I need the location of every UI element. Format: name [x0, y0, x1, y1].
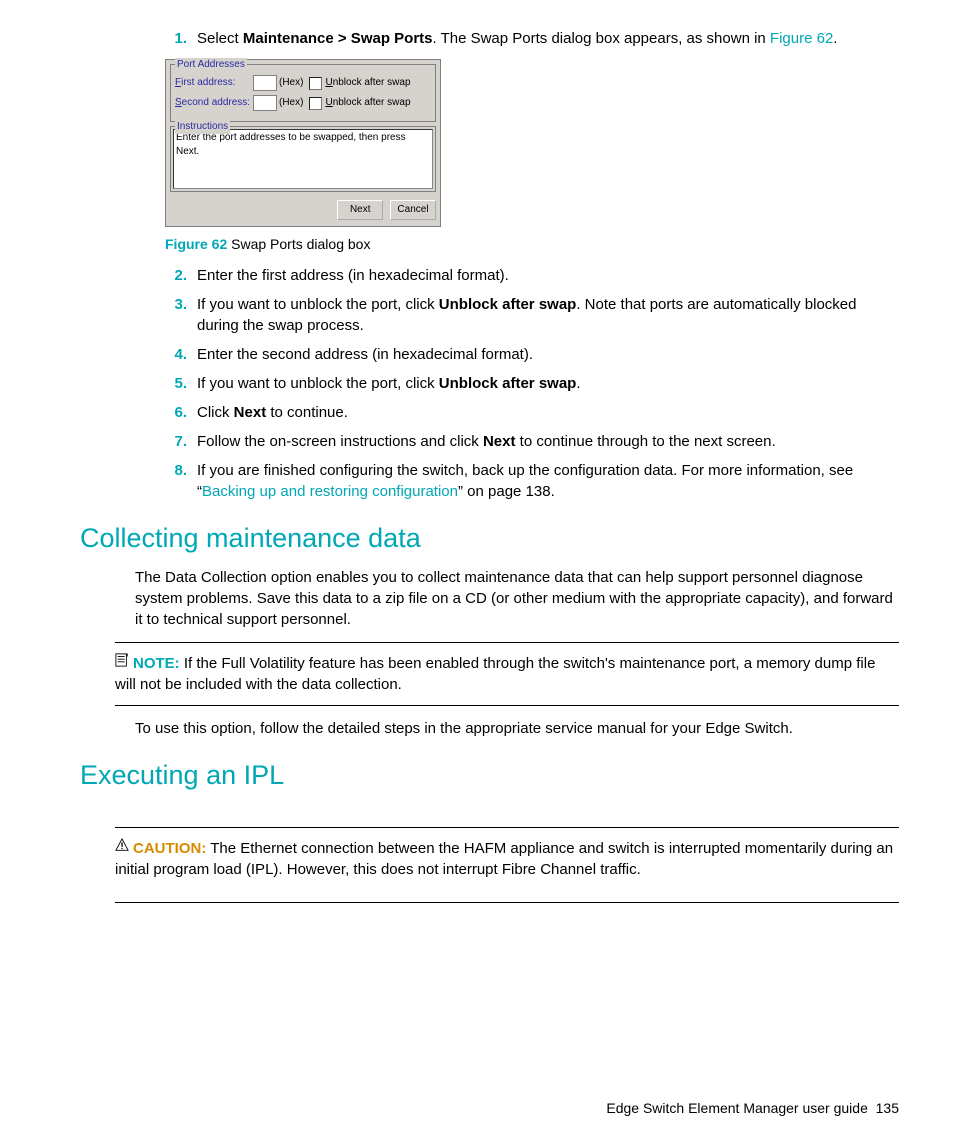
list-number: 7.: [165, 431, 187, 452]
paragraph: The Data Collection option enables you t…: [135, 567, 899, 630]
rule: [115, 902, 899, 903]
note-text: If the Full Volatility feature has been …: [115, 655, 875, 693]
caution-label: CAUTION:: [133, 840, 206, 857]
group-legend: Instructions: [175, 120, 230, 134]
bold-text: Next: [234, 404, 267, 421]
caution-text: The Ethernet connection between the HAFM…: [115, 840, 893, 878]
label-rest: nblock after swap: [333, 97, 411, 108]
first-address-row: First address: (Hex) Unblock after swap: [175, 75, 431, 91]
list-item: 8. If you are finished configuring the s…: [165, 460, 899, 502]
list-body: If you are finished configuring the swit…: [197, 460, 899, 502]
paragraph: To use this option, follow the detailed …: [135, 718, 899, 739]
text: .: [833, 30, 837, 47]
unblock-label: Unblock after swap: [325, 96, 410, 110]
list-body: Enter the first address (in hexadecimal …: [197, 265, 899, 286]
page-footer: Edge Switch Element Manager user guide 1…: [606, 1099, 899, 1119]
second-address-row: Second address: (Hex) Unblock after swap: [175, 95, 431, 111]
underline-char: S: [175, 97, 182, 108]
bold-text: Next: [483, 433, 516, 450]
hex-label: (Hex): [279, 96, 303, 110]
text: .: [576, 375, 580, 392]
bold-text: Unblock after swap: [439, 296, 577, 313]
page: 1. Select Maintenance > Swap Ports. The …: [0, 0, 954, 1145]
list-item: 1. Select Maintenance > Swap Ports. The …: [165, 28, 899, 49]
group-legend: Port Addresses: [175, 58, 247, 72]
unblock-first-checkbox[interactable]: [309, 77, 322, 90]
hex-label: (Hex): [279, 76, 303, 90]
text: to continue through to the next screen.: [515, 433, 775, 450]
list-item: 7. Follow the on-screen instructions and…: [165, 431, 899, 452]
page-number: 135: [876, 1100, 899, 1116]
list-number: 4.: [165, 344, 187, 365]
figure-caption: Figure 62 Swap Ports dialog box: [165, 235, 899, 255]
list-body: If you want to unblock the port, click U…: [197, 373, 899, 394]
list-number: 1.: [165, 28, 187, 49]
figure-link[interactable]: Figure 62: [770, 30, 833, 47]
instructions-group: Instructions Enter the port addresses to…: [170, 126, 436, 192]
note-block: NOTE: If the Full Volatility feature has…: [115, 642, 899, 706]
note-icon: [115, 653, 129, 667]
label-rest: nblock after swap: [333, 77, 411, 88]
first-address-input[interactable]: [253, 75, 277, 91]
caution-block: CAUTION: The Ethernet connection between…: [115, 827, 899, 890]
note-label: NOTE:: [133, 655, 180, 672]
text: Click: [197, 404, 234, 421]
list-number: 3.: [165, 294, 187, 336]
text: Select: [197, 30, 243, 47]
section-heading-executing: Executing an IPL: [80, 757, 899, 795]
dialog-footer: Next Cancel: [166, 196, 440, 226]
next-button[interactable]: Next: [337, 200, 383, 220]
port-addresses-group: Port Addresses First address: (Hex) Unbl…: [170, 64, 436, 122]
list-number: 8.: [165, 460, 187, 502]
first-address-label: First address:: [175, 76, 253, 90]
list-body: Select Maintenance > Swap Ports. The Swa…: [197, 28, 899, 49]
instructions-text: Enter the port addresses to be swapped, …: [173, 129, 433, 189]
text: ” on page 138.: [458, 483, 555, 500]
text: to continue.: [266, 404, 348, 421]
text: If you want to unblock the port, click: [197, 296, 439, 313]
list-item: 3. If you want to unblock the port, clic…: [165, 294, 899, 336]
second-address-label: Second address:: [175, 96, 253, 110]
list-number: 6.: [165, 402, 187, 423]
section-heading-collecting: Collecting maintenance data: [80, 520, 899, 558]
text: If you want to unblock the port, click: [197, 375, 439, 392]
list-number: 5.: [165, 373, 187, 394]
unblock-label: Unblock after swap: [325, 76, 410, 90]
second-address-input[interactable]: [253, 95, 277, 111]
list-body: If you want to unblock the port, click U…: [197, 294, 899, 336]
label-rest: econd address:: [182, 97, 250, 108]
cross-ref-link[interactable]: Backing up and restoring configuration: [202, 483, 458, 500]
caution-icon: [115, 838, 129, 852]
swap-ports-dialog: Port Addresses First address: (Hex) Unbl…: [165, 59, 441, 227]
list-body: Enter the second address (in hexadecimal…: [197, 344, 899, 365]
list-item: 6. Click Next to continue.: [165, 402, 899, 423]
text: Follow the on-screen instructions and cl…: [197, 433, 483, 450]
figure-number: Figure 62: [165, 236, 227, 252]
bold-text: Unblock after swap: [439, 375, 577, 392]
list-item: 5. If you want to unblock the port, clic…: [165, 373, 899, 394]
list-item: 2. Enter the first address (in hexadecim…: [165, 265, 899, 286]
list-item: 4. Enter the second address (in hexadeci…: [165, 344, 899, 365]
list-body: Follow the on-screen instructions and cl…: [197, 431, 899, 452]
label-rest: irst address:: [181, 77, 235, 88]
cancel-button[interactable]: Cancel: [390, 200, 436, 220]
unblock-second-checkbox[interactable]: [309, 97, 322, 110]
footer-title: Edge Switch Element Manager user guide: [606, 1100, 867, 1116]
underline-char: U: [325, 97, 332, 108]
figure-title: Swap Ports dialog box: [227, 236, 370, 252]
list-body: Click Next to continue.: [197, 402, 899, 423]
underline-char: U: [325, 77, 332, 88]
text: . The Swap Ports dialog box appears, as …: [433, 30, 770, 47]
bold-text: Maintenance > Swap Ports: [243, 30, 433, 47]
list-number: 2.: [165, 265, 187, 286]
